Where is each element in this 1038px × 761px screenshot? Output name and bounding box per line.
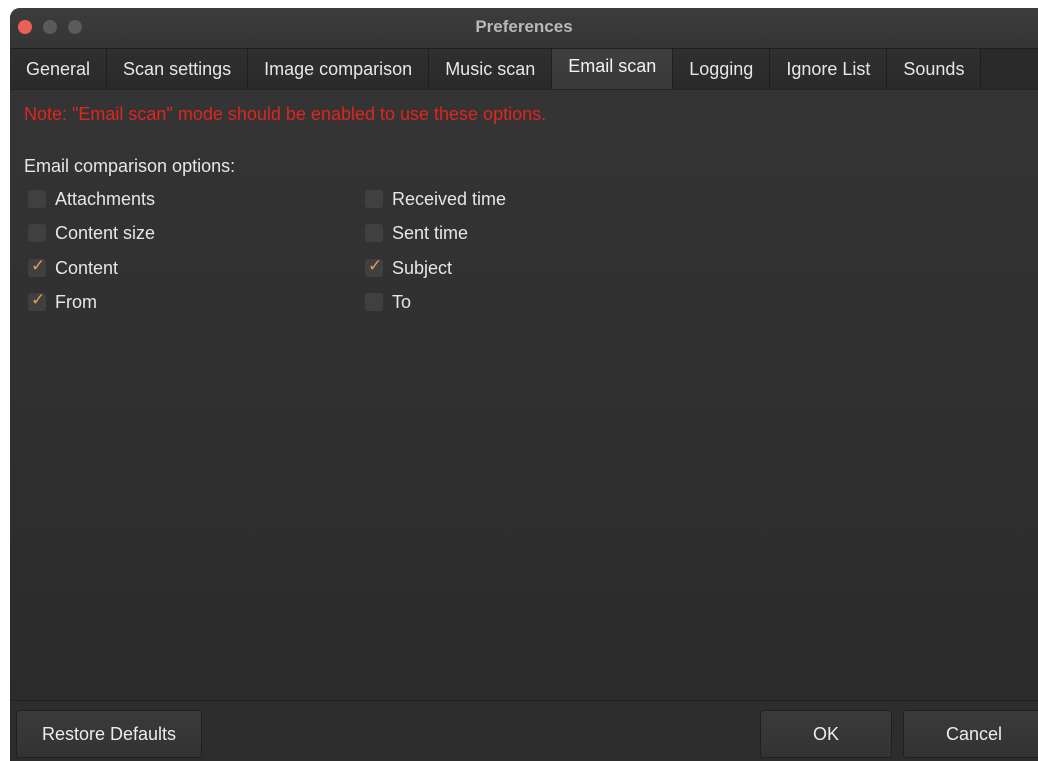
email-scan-note: Note: "Email scan" mode should be enable… [24, 104, 547, 124]
check-icon: ✓ [31, 290, 46, 309]
checkbox-box[interactable]: ✓ [28, 256, 46, 277]
ok-button[interactable]: OK [760, 710, 892, 758]
tab-email-scan[interactable]: Email scan [552, 49, 674, 89]
subject-checkbox[interactable]: ✓ Subject [365, 255, 452, 281]
title-bar[interactable]: Preferences [10, 8, 1038, 49]
content-size-checkbox[interactable]: Content size [28, 220, 155, 246]
checkbox-box[interactable] [365, 224, 383, 242]
email-comparison-options-label: Email comparison options: [24, 156, 236, 176]
checkbox-label: To [392, 291, 412, 312]
checkbox-box[interactable] [28, 224, 46, 242]
from-checkbox[interactable]: ✓ From [28, 289, 97, 315]
checkbox-box[interactable] [365, 293, 383, 311]
cancel-button[interactable]: Cancel [903, 710, 1038, 758]
checkbox-label: Content size [55, 222, 156, 243]
sent-time-checkbox[interactable]: Sent time [365, 220, 468, 246]
received-time-checkbox[interactable]: Received time [365, 186, 506, 212]
preferences-window: Preferences General Scan settings Image … [10, 8, 1038, 761]
content-checkbox[interactable]: ✓ Content [28, 255, 118, 281]
window-title: Preferences [475, 17, 573, 36]
checkbox-box[interactable]: ✓ [365, 256, 383, 277]
checkbox-label: Attachments [55, 188, 156, 209]
to-checkbox[interactable]: To [365, 289, 411, 315]
checkbox-label: From [55, 291, 97, 312]
tab-general[interactable]: General [10, 49, 108, 89]
tab-ignore-list[interactable]: Ignore List [770, 49, 888, 89]
tab-image-comparison[interactable]: Image comparison [248, 49, 430, 89]
tab-bar: General Scan settings Image comparison M… [10, 49, 1038, 90]
tab-logging[interactable]: Logging [673, 49, 771, 89]
checkbox-label: Subject [392, 257, 453, 278]
tab-sounds[interactable]: Sounds [887, 49, 982, 89]
checkbox-box[interactable] [365, 190, 383, 208]
check-icon: ✓ [368, 256, 383, 275]
checkbox-label: Sent time [392, 222, 469, 243]
checkbox-label: Content [55, 257, 119, 278]
tab-scan-settings[interactable]: Scan settings [107, 49, 249, 89]
button-bar: Restore Defaults OK Cancel [10, 700, 1038, 761]
restore-defaults-button[interactable]: Restore Defaults [16, 710, 202, 758]
checkbox-box[interactable] [28, 190, 46, 208]
tab-music-scan[interactable]: Music scan [429, 49, 553, 89]
checkbox-label: Received time [392, 188, 507, 209]
email-scan-panel: Note: "Email scan" mode should be enable… [10, 90, 1038, 700]
attachments-checkbox[interactable]: Attachments [28, 186, 155, 212]
check-icon: ✓ [31, 256, 46, 275]
checkbox-box[interactable]: ✓ [28, 290, 46, 311]
